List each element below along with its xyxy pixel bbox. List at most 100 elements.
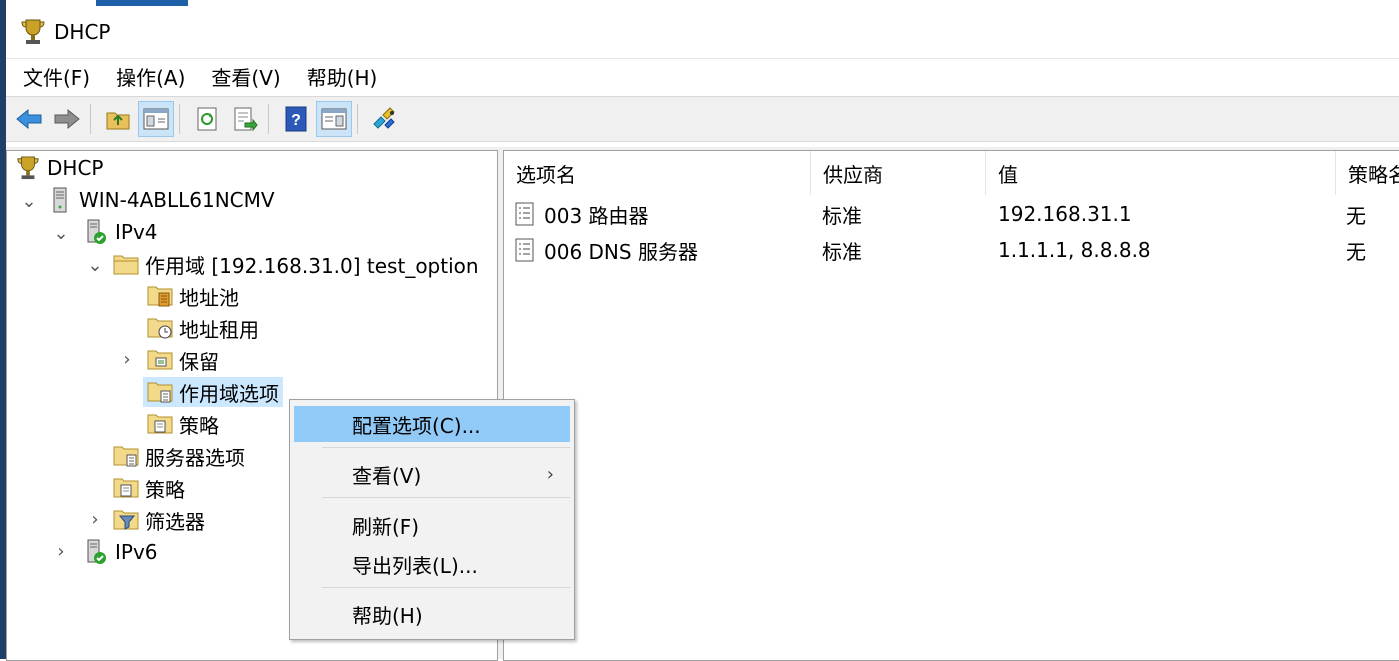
menu-item-refresh[interactable]: 刷新(F) [294,507,570,543]
option-policy: 无 [1346,239,1366,264]
show-hide-action-pane-icon[interactable] [316,101,352,137]
tree-label: 地址租用 [179,317,259,342]
tree-node-ipv6[interactable]: IPv6 [83,537,158,567]
menu-separator [322,447,570,448]
address-lease-clock-icon [147,315,173,341]
server-icon [47,187,73,213]
option-name: 003 路由器 [544,203,649,228]
tree-label: IPv4 [115,220,158,244]
reservations-icon [147,347,173,373]
tree-node-server[interactable]: WIN-4ABLL61NCMV [47,185,275,215]
forward-icon[interactable] [50,102,84,136]
tree-node-policies[interactable]: 策略 [113,473,185,503]
chevron-right-icon[interactable]: › [119,349,135,370]
toolbar-separator [357,104,358,134]
context-menu: 配置选项(C)... 查看(V) › 刷新(F) 导出列表(L)... 帮助(H… [289,399,575,640]
tree-label: 策略 [179,413,219,438]
show-hide-console-tree-icon[interactable] [138,101,174,137]
options-folder-icon [147,379,173,405]
tree-label: DHCP [47,156,104,180]
menu-bar: 文件(F) 操作(A) 查看(V) 帮助(H) [6,58,1399,97]
tree-label: 服务器选项 [145,445,245,470]
column-header-value[interactable]: 值 [986,151,1336,195]
tree-node-dhcp[interactable]: DHCP [15,153,103,183]
option-vendor: 标准 [822,239,862,264]
menu-item-export-list[interactable]: 导出列表(L)... [294,546,570,582]
table-row[interactable]: 003 路由器 标准 192.168.31.1 无 [504,196,1399,232]
column-header-option-name[interactable]: 选项名 [504,151,811,195]
tree-node-address-pool[interactable]: 地址池 [147,281,239,311]
chevron-right-icon[interactable]: › [87,509,103,530]
folder-open-icon [113,251,139,277]
option-policy: 无 [1346,203,1366,228]
menu-item-label: 导出列表(L)... [352,553,478,578]
toolbar: ? [6,96,1399,142]
tree-node-filters[interactable]: 筛选器 [113,505,205,535]
result-pane: 选项名 供应商 值 策略名 003 路由器 标准 192.168.31.1 无 … [503,150,1399,661]
chevron-down-icon[interactable]: ⌄ [21,191,37,212]
menu-view[interactable]: 查看(V) [198,59,293,97]
toolbar-separator [268,104,269,134]
tree-node-reservations[interactable]: 保留 [147,345,219,375]
menu-item-help[interactable]: 帮助(H) [294,596,570,632]
address-pool-icon [147,283,173,309]
menu-action[interactable]: 操作(A) [103,59,198,97]
back-icon[interactable] [12,102,46,136]
dhcp-connect-icon[interactable] [368,102,402,136]
menu-item-configure-options[interactable]: 配置选项(C)... [294,406,570,442]
option-value: 1.1.1.1, 8.8.8.8 [998,238,1151,262]
policy-folder-icon [113,475,139,501]
tree-label: 筛选器 [145,509,205,534]
filter-icon [113,507,139,533]
export-list-icon[interactable] [228,102,262,136]
tree-node-scope-options[interactable]: 作用域选项 [143,377,283,407]
up-folder-icon[interactable] [101,102,135,136]
option-vendor: 标准 [822,203,862,228]
refresh-icon[interactable] [190,102,224,136]
title-bar: DHCP [6,6,1399,58]
chevron-down-icon[interactable]: ⌄ [53,223,69,244]
tree-label: 保留 [179,349,219,374]
options-folder-icon [113,443,139,469]
server-check-icon [83,219,109,245]
chevron-down-icon[interactable]: ⌄ [87,255,103,276]
tree-label: 地址池 [179,285,239,310]
tree-label: 作用域选项 [179,381,279,406]
window-title: DHCP [54,20,111,44]
help-icon[interactable]: ? [279,102,313,136]
column-header-vendor[interactable]: 供应商 [811,151,986,195]
option-doc-icon [514,232,536,268]
option-value: 192.168.31.1 [998,202,1132,226]
svg-text:?: ? [291,112,301,129]
menu-help[interactable]: 帮助(H) [294,59,391,97]
tree-node-ipv4[interactable]: IPv4 [83,217,158,247]
menu-item-label: 帮助(H) [352,603,423,628]
dhcp-trophy-icon [20,18,46,46]
console-panes: DHCP ⌄ WIN-4ABLL61NCMV ⌄ IPv4 ⌄ 作用域 [192… [6,147,1399,661]
table-row[interactable]: 006 DNS 服务器 标准 1.1.1.1, 8.8.8.8 无 [504,232,1399,268]
menu-separator [322,497,570,498]
menu-item-label: 配置选项(C)... [352,413,481,438]
option-doc-icon [514,196,536,232]
tree-node-server-options[interactable]: 服务器选项 [113,441,245,471]
tree-label: IPv6 [115,540,158,564]
chevron-right-icon: › [546,463,554,485]
server-check-icon [83,539,109,565]
tree-label: WIN-4ABLL61NCMV [79,188,275,212]
toolbar-separator [90,104,91,134]
menu-separator [322,587,570,588]
menu-item-view[interactable]: 查看(V) › [294,456,570,492]
tree-node-scope[interactable]: 作用域 [192.168.31.0] test_option [113,249,479,279]
tree-node-address-leases[interactable]: 地址租用 [147,313,259,343]
dhcp-trophy-icon [15,155,41,181]
toolbar-separator [179,104,180,134]
menu-item-label: 刷新(F) [352,514,420,539]
option-name: 006 DNS 服务器 [544,239,698,264]
chevron-right-icon[interactable]: › [53,541,69,562]
tree-node-scope-policies[interactable]: 策略 [147,409,219,439]
policy-folder-icon [147,411,173,437]
column-header-policy[interactable]: 策略名 [1336,151,1399,195]
menu-item-label: 查看(V) [352,463,422,488]
tree-label: 策略 [145,477,185,502]
menu-file[interactable]: 文件(F) [10,59,103,97]
